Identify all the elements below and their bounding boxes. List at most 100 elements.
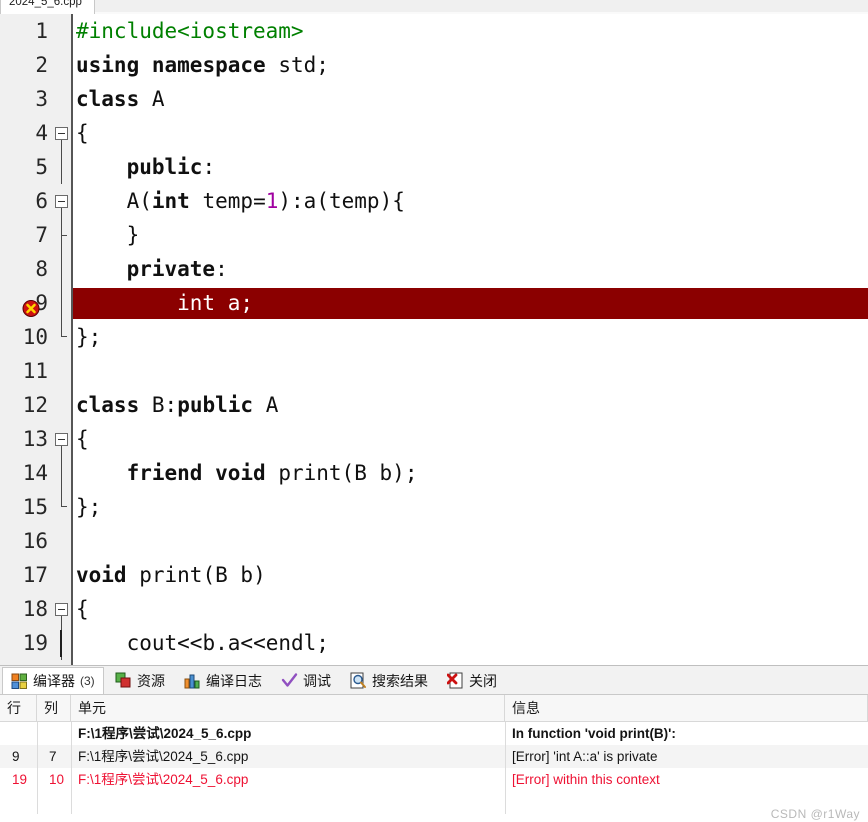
line-number: 1 bbox=[35, 19, 48, 43]
table-cell-row: 19 bbox=[12, 772, 28, 787]
code-line-text: }; bbox=[76, 495, 102, 519]
line-number: 12 bbox=[22, 393, 48, 417]
code-line[interactable]: 5 public: bbox=[0, 150, 868, 184]
grid-body: F:\1程序\尝试\2024_5_6.cpp In function 'void … bbox=[0, 722, 868, 814]
check-icon bbox=[281, 672, 298, 689]
fold-toggle-icon[interactable] bbox=[55, 433, 68, 446]
column-separator bbox=[505, 791, 506, 814]
bottom-panel: 编译器 (3) 资源 编译日志 调试 搜索结果 关闭 行列单元 信息 F:\1程序\尝试\20… bbox=[0, 665, 868, 822]
line-number: 7 bbox=[35, 223, 48, 247]
table-cell-unit: F:\1程序\尝试\2024_5_6.cpp bbox=[78, 772, 249, 787]
code-line[interactable]: 18 { bbox=[0, 592, 868, 626]
table-row[interactable] bbox=[0, 791, 868, 814]
grid-header-row: 行列单元 信息 bbox=[0, 695, 868, 722]
code-line[interactable]: 7 } bbox=[0, 218, 868, 252]
panel-tab-4[interactable]: 搜索结果 bbox=[342, 667, 436, 694]
panel-tab-label: 调试 bbox=[303, 672, 331, 689]
table-row[interactable]: F:\1程序\尝试\2024_5_6.cpp In function 'void … bbox=[0, 722, 868, 745]
ide-window: 2024_5_6.cpp 1 #include<iostream> 2 using n… bbox=[0, 0, 868, 822]
code-line[interactable]: 16 bbox=[0, 524, 868, 558]
panel-tab-label: 资源 bbox=[137, 672, 165, 689]
panel-tab-label: 编译日志 bbox=[206, 672, 262, 689]
code-line[interactable]: 19 cout<<b.a<<endl; bbox=[0, 626, 868, 660]
fold-guide-line bbox=[61, 286, 62, 320]
line-number: 2 bbox=[35, 53, 48, 77]
code-line-text: #include<iostream> bbox=[76, 19, 304, 43]
table-row[interactable]: 19 10 F:\1程序\尝试\2024_5_6.cpp [Error] within… bbox=[0, 768, 868, 791]
column-separator bbox=[71, 768, 72, 791]
fold-guide-line bbox=[61, 446, 62, 456]
column-header-3[interactable]: 信息 bbox=[505, 695, 868, 721]
panel-tab-0[interactable]: 编译器 (3) bbox=[2, 667, 104, 694]
code-line[interactable]: 1 #include<iostream> bbox=[0, 14, 868, 48]
table-cell-unit: F:\1程序\尝试\2024_5_6.cpp bbox=[78, 749, 249, 764]
fold-guide-line bbox=[61, 208, 62, 218]
code-line[interactable]: 6 A(int temp=1):a(temp){ bbox=[0, 184, 868, 218]
column-separator bbox=[71, 722, 72, 745]
code-line[interactable]: 17 void print(B b) bbox=[0, 558, 868, 592]
message-grid: 行列单元 信息 F:\1程序\尝试\2024_5_6.cpp In function… bbox=[0, 694, 868, 822]
fold-toggle-icon[interactable] bbox=[55, 127, 68, 140]
line-number: 16 bbox=[22, 529, 48, 553]
panel-tab-3[interactable]: 调试 bbox=[273, 667, 339, 694]
code-line[interactable]: 11 bbox=[0, 354, 868, 388]
column-header-1[interactable]: 列 bbox=[37, 695, 71, 721]
panel-tab-5[interactable]: 关闭 bbox=[439, 667, 505, 694]
column-separator bbox=[505, 745, 506, 768]
table-cell-col bbox=[37, 791, 71, 814]
panel-tab-label: 搜索结果 bbox=[372, 672, 428, 689]
editor-tabstrip: 2024_5_6.cpp bbox=[0, 0, 868, 14]
table-cell-col: 10 bbox=[49, 772, 65, 787]
code-line[interactable]: 3 class A bbox=[0, 82, 868, 116]
code-editor[interactable]: 1 #include<iostream> 2 using namespace std;… bbox=[0, 14, 868, 665]
resource-stack-icon bbox=[115, 672, 132, 689]
line-number: 19 bbox=[22, 631, 48, 655]
code-line-text: using namespace std; bbox=[76, 53, 329, 77]
compiler-squares-icon bbox=[11, 673, 28, 690]
code-line-text: private: bbox=[126, 257, 228, 281]
code-line-text: void print(B b) bbox=[76, 563, 266, 587]
line-number: 18 bbox=[22, 597, 48, 621]
fold-guide-line bbox=[61, 150, 62, 184]
table-cell-unit bbox=[71, 791, 505, 814]
line-number: 10 bbox=[22, 325, 48, 349]
code-line[interactable]: 10}; bbox=[0, 320, 868, 354]
fold-guide-line bbox=[61, 252, 62, 286]
code-line[interactable]: 4{ bbox=[0, 116, 868, 150]
table-row[interactable]: 9 7 F:\1程序\尝试\2024_5_6.cpp [Error] 'int A::… bbox=[0, 745, 868, 768]
code-line-text: public: bbox=[126, 155, 216, 179]
column-separator bbox=[37, 768, 38, 791]
table-cell-row bbox=[0, 722, 37, 745]
fold-toggle-icon[interactable] bbox=[55, 603, 68, 616]
column-separator bbox=[37, 745, 38, 768]
table-cell-col bbox=[37, 722, 71, 745]
watermark: CSDN @r1Way bbox=[770, 807, 860, 821]
code-line[interactable]: 8 private: bbox=[0, 252, 868, 286]
panel-tab-2[interactable]: 编译日志 bbox=[176, 667, 270, 694]
fold-toggle-icon[interactable] bbox=[55, 195, 68, 208]
table-cell-msg: In function 'void print(B)': bbox=[512, 726, 676, 741]
code-line[interactable]: 9 int a; bbox=[0, 286, 868, 320]
code-line[interactable]: 2 using namespace std; bbox=[0, 48, 868, 82]
error-marker-icon[interactable] bbox=[22, 294, 41, 317]
line-number: 3 bbox=[35, 87, 48, 111]
panel-tab-1[interactable]: 资源 bbox=[107, 667, 173, 694]
code-line[interactable]: 14 friend void print(B b); bbox=[0, 456, 868, 490]
column-separator bbox=[505, 722, 506, 745]
fold-guide-line bbox=[61, 490, 67, 507]
code-line-text: } bbox=[76, 223, 140, 247]
panel-tab-label: 编译器 bbox=[33, 673, 75, 689]
code-line[interactable]: 13 { bbox=[0, 422, 868, 456]
column-header-2[interactable]: 单元 bbox=[71, 695, 505, 721]
code-line-text: int a; bbox=[76, 291, 254, 315]
editor-tab-file[interactable]: 2024_5_6.cpp bbox=[0, 0, 95, 14]
code-line-text: class A bbox=[76, 87, 165, 111]
panel-tabbar: 编译器 (3) 资源 编译日志 调试 搜索结果 关闭 bbox=[0, 666, 868, 694]
line-number: 14 bbox=[22, 461, 48, 485]
table-cell-row: 9 bbox=[12, 749, 20, 764]
column-separator bbox=[71, 791, 72, 814]
code-line[interactable]: 12 class B:public A bbox=[0, 388, 868, 422]
column-header-0[interactable]: 行 bbox=[0, 695, 37, 721]
code-line[interactable]: 15}; bbox=[0, 490, 868, 524]
line-number: 6 bbox=[35, 189, 48, 213]
